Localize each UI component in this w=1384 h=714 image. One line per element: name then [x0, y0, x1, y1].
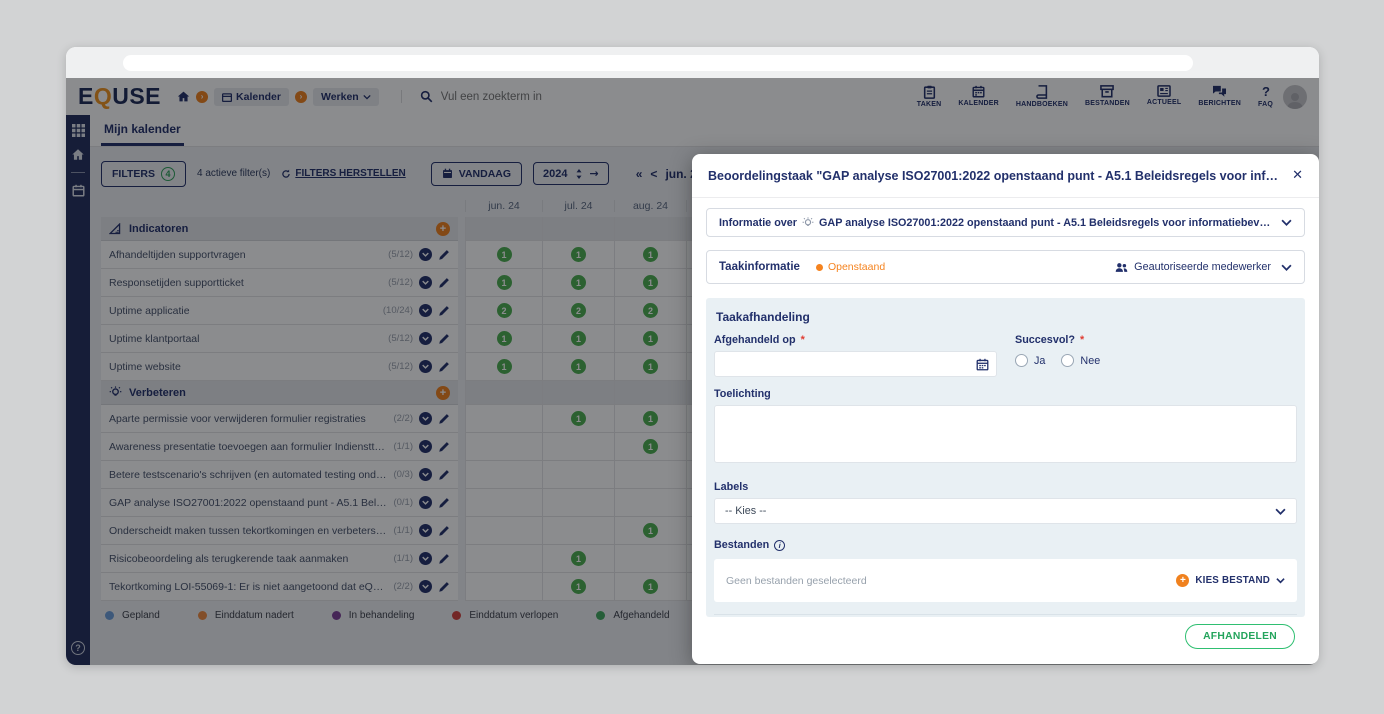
radio-circle	[1061, 354, 1075, 367]
address-bar[interactable]	[123, 55, 1193, 71]
note-textarea[interactable]	[714, 405, 1297, 463]
task-modal: Beoordelingstaak "GAP analyse ISO27001:2…	[692, 154, 1319, 664]
assignee: Geautoriseerde medewerker	[1115, 261, 1292, 273]
modal-body: Informatie over GAP analyse ISO27001:202…	[692, 198, 1319, 649]
status-dot	[815, 263, 823, 271]
browser-window: EQUSE › Kalender › Werken Vul een zoekte…	[66, 47, 1319, 665]
radio-nee[interactable]: Nee	[1061, 354, 1100, 367]
panel-footer: AFHANDELEN	[714, 614, 1297, 649]
app-viewport: EQUSE › Kalender › Werken Vul een zoekte…	[66, 78, 1319, 665]
task-handling-panel: Taakafhandeling Afgehandeld op * Succesv…	[706, 298, 1305, 649]
calendar-icon[interactable]	[976, 358, 989, 371]
afhandelen-button[interactable]: AFHANDELEN	[1185, 624, 1295, 649]
plus-icon: +	[1176, 574, 1190, 587]
files-field-label: Bestanden i	[714, 539, 1297, 551]
note-field-label: Toelichting	[714, 388, 771, 400]
radio-circle	[1015, 354, 1028, 367]
chevron-down-icon	[1281, 264, 1292, 271]
chevron-down-icon	[1281, 219, 1292, 226]
close-icon[interactable]: ✕	[1292, 168, 1303, 183]
labels-field-label: Labels	[714, 481, 749, 493]
date-input[interactable]	[714, 351, 997, 377]
browser-chrome	[66, 47, 1319, 78]
choose-file-button[interactable]: + KIES BESTAND	[1176, 574, 1285, 587]
files-empty-text: Geen bestanden geselecteerd	[726, 574, 867, 587]
chevron-down-icon	[1276, 578, 1285, 584]
status-badge: Openstaand	[815, 261, 885, 273]
modal-title: Beoordelingstaak "GAP analyse ISO27001:2…	[708, 168, 1279, 183]
radio-ja[interactable]: Ja	[1015, 354, 1045, 367]
info-accordion[interactable]: Informatie over GAP analyse ISO27001:202…	[706, 208, 1305, 237]
panel-title: Taakafhandeling	[716, 310, 810, 324]
modal-header: Beoordelingstaak "GAP analyse ISO27001:2…	[692, 154, 1319, 198]
chevron-down-icon	[1275, 508, 1286, 515]
bulb-icon	[802, 216, 814, 226]
info-icon[interactable]: i	[774, 539, 786, 551]
success-field-label: Succesvol? *	[1015, 334, 1085, 346]
date-field-label: Afgehandeld op *	[714, 334, 805, 346]
task-info-accordion[interactable]: Taakinformatie Openstaand Geautoriseerde…	[706, 250, 1305, 284]
labels-select[interactable]: -- Kies --	[714, 498, 1297, 524]
file-picker: Geen bestanden geselecteerd + KIES BESTA…	[714, 559, 1297, 602]
users-icon	[1115, 262, 1128, 272]
